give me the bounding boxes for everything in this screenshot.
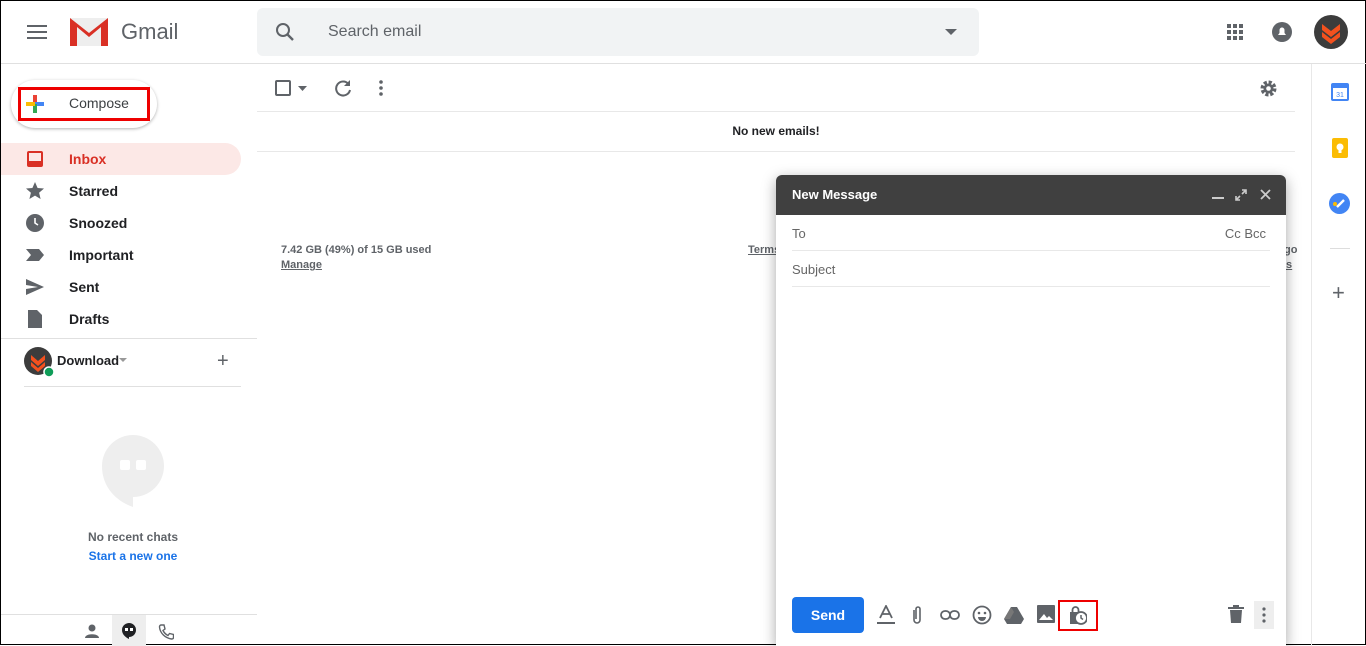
send-icon xyxy=(26,279,44,295)
settings-gear-icon[interactable] xyxy=(1259,79,1278,98)
divider xyxy=(257,151,1295,152)
gmail-logo-icon[interactable] xyxy=(70,18,108,51)
emoji-icon[interactable] xyxy=(972,605,992,625)
more-vert-icon xyxy=(1262,607,1266,623)
inbox-icon xyxy=(27,151,43,167)
insert-link-icon[interactable] xyxy=(940,605,960,625)
svg-text:31: 31 xyxy=(1336,92,1344,99)
refresh-icon[interactable] xyxy=(334,79,352,97)
main-menu-icon[interactable] xyxy=(25,21,49,43)
to-label: To xyxy=(792,226,806,241)
star-icon xyxy=(26,182,44,199)
hangouts-account-name[interactable]: Download xyxy=(57,353,119,368)
subject-field[interactable]: Subject xyxy=(792,251,1270,287)
sidebar-item-label: Inbox xyxy=(69,151,107,167)
sidebar-item-label: Starred xyxy=(69,183,119,199)
to-field[interactable]: To Cc Bcc xyxy=(792,215,1270,251)
last-activity-text: go xyxy=(1284,244,1298,256)
discard-draft-icon[interactable] xyxy=(1228,605,1248,625)
apps-grid-icon[interactable] xyxy=(1227,24,1243,40)
app-name: Gmail xyxy=(121,19,179,44)
sidebar-item-snoozed[interactable]: Snoozed xyxy=(1,207,241,239)
send-label: Send xyxy=(810,607,846,623)
sidebar-item-label: Drafts xyxy=(69,311,110,327)
insert-photo-icon[interactable] xyxy=(1037,605,1057,625)
sidebar-item-important[interactable]: Important xyxy=(1,239,241,271)
search-icon[interactable] xyxy=(275,22,295,42)
more-compose-options-button[interactable] xyxy=(1254,601,1274,629)
manage-storage-link[interactable]: Manage xyxy=(281,259,322,271)
storage-usage: 7.42 GB (49%) of 15 GB used xyxy=(281,244,432,256)
select-checkbox[interactable] xyxy=(275,80,291,96)
add-contact-icon[interactable]: + xyxy=(217,350,229,373)
divider xyxy=(1330,248,1350,249)
chat-tab[interactable] xyxy=(112,615,146,646)
no-chats-text: No recent chats xyxy=(87,530,179,544)
empty-inbox-message: No new emails! xyxy=(732,124,820,138)
highlight-box xyxy=(18,87,150,121)
cc-bcc-link[interactable]: Cc Bcc xyxy=(1225,226,1266,241)
sidebar-item-starred[interactable]: Starred xyxy=(1,175,241,207)
message-body[interactable] xyxy=(792,293,1270,593)
start-chat-link[interactable]: Start a new one xyxy=(1,549,265,563)
minimize-icon[interactable] xyxy=(1212,197,1224,199)
attach-file-icon[interactable] xyxy=(911,605,931,625)
hangouts-icon xyxy=(122,623,136,639)
sidebar-item-label: Important xyxy=(69,247,134,263)
hangouts-avatar[interactable] xyxy=(24,347,54,377)
notifications-icon[interactable] xyxy=(1272,22,1292,42)
select-dropdown-icon[interactable] xyxy=(298,86,307,91)
compose-window: New Message To Cc Bcc Subject xyxy=(776,175,1286,646)
fullscreen-icon[interactable] xyxy=(1235,189,1247,201)
search-bar[interactable]: Search email xyxy=(257,8,979,56)
google-drive-icon[interactable] xyxy=(1004,605,1024,625)
formatting-options-icon[interactable] xyxy=(877,605,897,625)
sidebar-item-label: Snoozed xyxy=(69,215,128,231)
send-button[interactable]: Send xyxy=(792,597,864,633)
more-options-icon[interactable] xyxy=(379,80,383,96)
hangouts-quote-icon xyxy=(102,435,164,507)
compose-header[interactable]: New Message xyxy=(776,175,1286,215)
account-dropdown-icon[interactable] xyxy=(119,358,127,363)
phone-icon[interactable] xyxy=(158,624,174,640)
divider xyxy=(1,338,257,339)
header: Gmail Search email xyxy=(1,1,1366,64)
important-icon xyxy=(26,249,44,261)
draft-icon xyxy=(28,310,42,328)
close-icon[interactable] xyxy=(1260,189,1271,200)
divider xyxy=(24,386,241,387)
sidebar-item-sent[interactable]: Sent xyxy=(1,271,241,303)
clock-icon xyxy=(26,214,44,232)
subject-placeholder: Subject xyxy=(792,262,836,277)
sidebar-item-drafts[interactable]: Drafts xyxy=(1,303,241,335)
search-options-icon[interactable] xyxy=(945,29,957,36)
contacts-icon[interactable] xyxy=(85,624,99,638)
sidebar-item-inbox[interactable]: Inbox xyxy=(1,143,241,175)
calendar-icon[interactable]: 31 xyxy=(1331,83,1349,101)
account-avatar[interactable] xyxy=(1314,15,1348,49)
highlight-box xyxy=(1058,600,1098,631)
tasks-icon[interactable] xyxy=(1329,193,1350,214)
divider xyxy=(257,111,1295,112)
get-addons-icon[interactable]: + xyxy=(1332,280,1345,306)
search-input[interactable]: Search email xyxy=(328,23,421,41)
keep-icon[interactable] xyxy=(1332,138,1348,158)
sidebar-item-label: Sent xyxy=(69,279,100,295)
compose-title: New Message xyxy=(792,187,878,202)
